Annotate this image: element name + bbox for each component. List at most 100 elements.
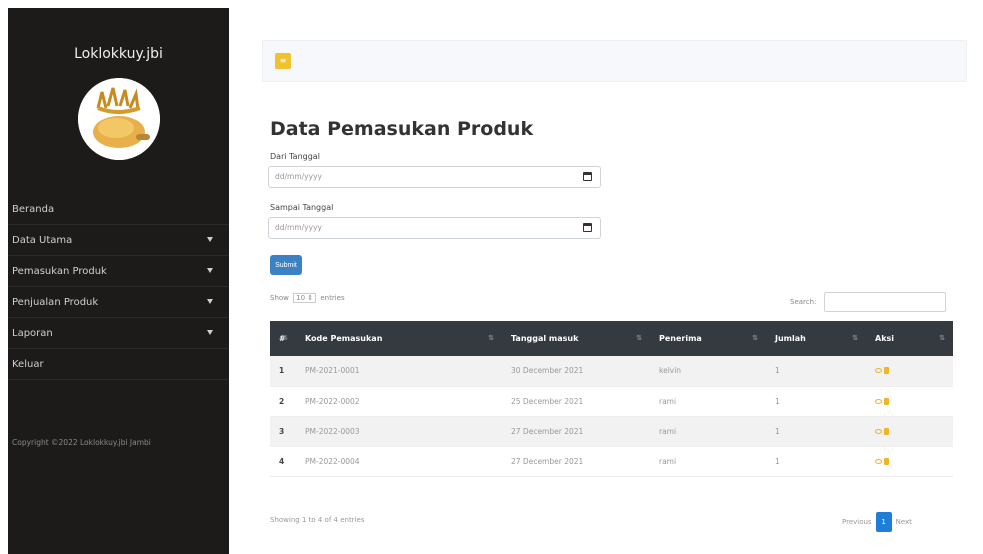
row-number: 3 [270,416,296,447]
length-prefix: Show [270,294,289,302]
view-eye-icon[interactable] [875,398,882,404]
date-placeholder: dd/mm/yyyy [275,172,322,181]
delete-trash-icon[interactable] [884,457,889,465]
pagination: Previous 1 Next [842,512,912,532]
kode-cell: PM-2022-0002 [296,386,502,417]
aksi-cell [866,386,953,417]
aksi-cell [866,446,953,477]
tanggal-cell: 30 December 2021 [502,356,650,387]
sidebar-item-data-utama[interactable]: Data Utama [8,225,229,256]
from-date-input[interactable]: dd/mm/yyyy [268,166,601,188]
sort-icon: ⇅ [282,334,288,342]
column-header-penerima[interactable]: Penerima ⇅ [650,321,766,356]
calendar-icon[interactable] [583,172,592,181]
sort-icon: ⇅ [852,334,858,342]
from-date-label: Dari Tanggal [270,152,320,161]
chevron-down-icon [207,237,213,242]
search-label: Search: [790,298,817,306]
jumlah-cell: 1 [766,356,866,387]
column-header-jumlah[interactable]: Jumlah ⇅ [766,321,866,356]
tanggal-cell: 27 December 2021 [502,416,650,447]
table-header-row: # ⇅ Kode Pemasukan ⇅ Tanggal masuk ⇅ Peneri… [270,321,953,356]
sidebar-item-label: Pemasukan Produk [12,265,107,277]
table-info: Showing 1 to 4 of 4 entries [270,516,365,524]
penerima-cell: rami [650,446,766,477]
pagination-page-1[interactable]: 1 [875,512,892,532]
sidebar-item-penjualan-produk[interactable]: Penjualan Produk [8,287,229,318]
delete-trash-icon[interactable] [884,367,889,375]
kode-cell: PM-2022-0004 [296,446,502,477]
menu-toggle-button[interactable]: ≡ [275,53,291,69]
chevron-down-icon [207,330,213,335]
hamburger-icon: ≡ [279,56,287,65]
aksi-cell [866,356,953,387]
sidebar-item-pemasukan-produk[interactable]: Pemasukan Produk [8,256,229,287]
date-placeholder: dd/mm/yyyy [275,223,322,232]
aksi-cell [866,416,953,447]
view-eye-icon[interactable] [875,368,882,374]
to-date-input[interactable]: dd/mm/yyyy [268,217,601,239]
topbar: ≡ [262,40,967,82]
row-number: 4 [270,446,296,477]
entries-length-control: Show 10 ⇕ entries [270,293,345,303]
row-number: 2 [270,386,296,417]
pagination-previous[interactable]: Previous [842,518,872,526]
brand-title[interactable]: Loklokkuy.jbi [8,46,229,62]
column-header-label: Jumlah [775,334,806,343]
sidebar-item-keluar[interactable]: Keluar [8,349,229,380]
sidebar-item-label: Penjualan Produk [12,296,99,308]
delete-trash-icon[interactable] [884,427,889,435]
page-title: Data Pemasukan Produk [270,118,534,140]
sidebar-item-label: Data Utama [12,234,73,246]
column-header-label: Tanggal masuk [511,334,579,343]
kode-cell: PM-2022-0003 [296,416,502,447]
column-header-no[interactable]: # ⇅ [270,321,296,356]
column-header-aksi[interactable]: Aksi ⇅ [866,321,953,356]
entries-select[interactable]: 10 ⇕ [293,293,317,303]
tanggal-cell: 25 December 2021 [502,386,650,417]
sidebar: Loklokkuy.jbi Beranda Data Utama Pemasuk… [8,8,229,554]
sidebar-item-label: Laporan [12,327,53,339]
sort-icon: ⇅ [939,334,945,342]
search-input[interactable] [824,292,947,312]
jumlah-cell: 1 [766,386,866,417]
to-date-label: Sampai Tanggal [270,203,334,212]
entries-select-value: 10 [296,294,306,302]
sidebar-nav: Beranda Data Utama Pemasukan Produk Penj… [8,194,229,380]
app-window: Loklokkuy.jbi Beranda Data Utama Pemasuk… [0,0,983,554]
tanggal-cell: 27 December 2021 [502,446,650,477]
brand-logo [78,78,160,160]
table-row: 3 PM-2022-0003 27 December 2021 rami 1 [270,416,953,447]
pemasukan-table: # ⇅ Kode Pemasukan ⇅ Tanggal masuk ⇅ Peneri… [270,321,953,477]
column-header-label: Aksi [875,334,895,343]
column-header-label: Penerima [659,334,702,343]
row-number: 1 [270,356,296,387]
table-row: 4 PM-2022-0004 27 December 2021 rami 1 [270,446,953,477]
column-header-kode[interactable]: Kode Pemasukan ⇅ [296,321,502,356]
column-header-tanggal[interactable]: Tanggal masuk ⇅ [502,321,650,356]
calendar-icon[interactable] [583,223,592,232]
sidebar-item-beranda[interactable]: Beranda [8,194,229,225]
chevron-down-icon [207,268,213,273]
chevron-down-icon [207,299,213,304]
sort-icon: ⇅ [752,334,758,342]
view-eye-icon[interactable] [875,428,882,434]
column-header-label: Kode Pemasukan [305,334,383,343]
penerima-cell: rami [650,386,766,417]
view-eye-icon[interactable] [875,458,882,464]
sidebar-item-laporan[interactable]: Laporan [8,318,229,349]
pagination-next[interactable]: Next [896,518,912,526]
table-row: 2 PM-2022-0002 25 December 2021 rami 1 [270,386,953,417]
delete-trash-icon[interactable] [884,397,889,405]
penerima-cell: kelvin [650,356,766,387]
penerima-cell: rami [650,416,766,447]
kode-cell: PM-2021-0001 [296,356,502,387]
jumlah-cell: 1 [766,446,866,477]
sidebar-item-label: Keluar [12,358,44,370]
copyright-text: Copyright ©2022 Loklokkuy.jbi Jambi [12,438,151,447]
sort-icon: ⇅ [488,334,494,342]
table-row: 1 PM-2021-0001 30 December 2021 kelvin 1 [270,356,953,387]
table-search: Search: [790,292,947,312]
sort-icon: ⇅ [636,334,642,342]
submit-button[interactable]: Submit [270,255,302,275]
